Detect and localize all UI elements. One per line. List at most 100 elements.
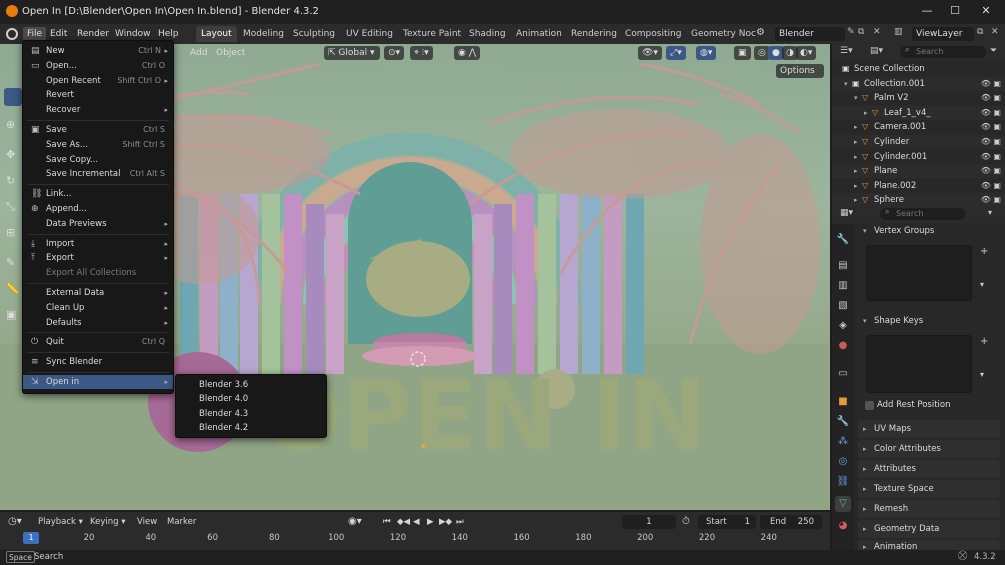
xray-icon[interactable]: ▣	[734, 46, 751, 60]
material-tab-icon[interactable]: ◕	[835, 518, 851, 534]
menu-edit[interactable]: Edit	[46, 27, 71, 41]
outliner-row[interactable]: ▾ ▽ Palm V2 👁 ▣	[832, 91, 1005, 105]
expand-arrow-icon[interactable]: ▸	[854, 120, 858, 134]
file-menu-item-append[interactable]: ⊕ Append...	[23, 202, 173, 216]
tab-animation[interactable]: Animation	[511, 26, 567, 42]
file-menu-item-save-as[interactable]: Save As... Shift Ctrl S	[23, 138, 173, 152]
viewport-object-menu[interactable]: Object	[212, 46, 249, 60]
menu-render[interactable]: Render	[73, 27, 113, 41]
jump-keyframe-forward-icon[interactable]: ▶◆	[439, 515, 452, 529]
play-icon[interactable]: ▶	[427, 515, 434, 529]
transform-tool-icon[interactable]: ⊞	[6, 226, 15, 239]
new-viewlayer-icon[interactable]: ⧉	[977, 27, 983, 37]
uv-maps-panel[interactable]: ▸ UV Maps	[858, 420, 1000, 438]
expand-arrow-icon[interactable]: ▸	[854, 150, 858, 164]
file-menu-item-save[interactable]: ▣ Save Ctrl S	[23, 123, 173, 137]
properties-editor-icon[interactable]: ▦▾	[840, 208, 853, 218]
visibility-toggle-icon[interactable]: 👁 ▣	[981, 135, 1001, 149]
close-button[interactable]: ✕	[976, 3, 996, 19]
playback-menu[interactable]: Playback ▾	[38, 515, 83, 529]
viewport-options-button[interactable]: Options	[776, 64, 824, 78]
scale-tool-icon[interactable]: ⤡	[6, 200, 15, 214]
render-tab-icon[interactable]: ▤	[835, 258, 851, 274]
move-tool-icon[interactable]: ✥	[6, 148, 15, 161]
add-shape-key-icon[interactable]: +	[980, 336, 988, 347]
add-cube-tool-icon[interactable]: ▣	[6, 308, 16, 321]
rotate-tool-icon[interactable]: ↻	[6, 174, 15, 187]
file-menu-item-new[interactable]: ▤ New Ctrl N ▸	[23, 44, 173, 58]
auto-keying-icon[interactable]: ◉▾	[348, 515, 362, 529]
open-in-blender-4-0[interactable]: Blender 4.0	[176, 392, 326, 406]
attributes-panel[interactable]: ▸ Attributes	[858, 460, 1000, 478]
filter-icon[interactable]: ⏷	[990, 46, 997, 56]
viewlayer-field[interactable]: ViewLayer	[912, 27, 974, 41]
vertex-group-specials-icon[interactable]: ▾	[980, 280, 984, 289]
file-menu-item-defaults[interactable]: Defaults ▸	[23, 316, 173, 330]
outliner-row[interactable]: ▸ ▽ Plane 👁 ▣	[832, 164, 1005, 179]
expand-arrow-icon[interactable]: ▸	[854, 179, 858, 193]
object-tab-icon[interactable]: ■	[835, 394, 851, 410]
animation-panel[interactable]: ▸ Animation	[858, 540, 1000, 550]
expand-arrow-icon[interactable]: ▸	[854, 135, 858, 149]
start-frame-field[interactable]: Start 1	[698, 515, 756, 529]
file-menu-item-recover[interactable]: Recover ▸	[23, 103, 173, 117]
texture-space-panel[interactable]: ▸ Texture Space	[858, 480, 1000, 498]
shape-keys-panel[interactable]: ▾ Shape Keys	[858, 312, 1000, 330]
visibility-toggle-icon[interactable]: 👁 ▣	[981, 77, 1001, 91]
overlay-icon[interactable]: ◍▾	[696, 46, 717, 60]
file-menu-item-open-recent[interactable]: Open Recent Shift Ctrl O ▸	[23, 74, 173, 88]
collection-tab-icon[interactable]: ▭	[835, 366, 851, 382]
keying-menu[interactable]: Keying ▾	[90, 515, 126, 529]
scene-field[interactable]: Blender stage	[775, 27, 845, 53]
current-frame-field[interactable]: 1	[622, 515, 676, 529]
outliner-row[interactable]: ▸ ▽ Plane.002 👁 ▣	[832, 179, 1005, 193]
proportional-edit-icon[interactable]: ◉ ⋀	[454, 46, 481, 60]
visibility-icon[interactable]: 👁▾	[638, 46, 662, 60]
cursor-tool-icon[interactable]: ⊕	[6, 118, 15, 131]
timeline-editor-icon[interactable]: ◷▾	[8, 515, 22, 529]
scene-icon[interactable]: ⚙	[756, 27, 765, 38]
file-menu-item-revert[interactable]: Revert	[23, 88, 173, 102]
open-in-blender-4-2[interactable]: Blender 4.2	[176, 421, 326, 435]
gizmo-icon[interactable]: ⤢▾	[666, 46, 686, 60]
tab-texture-paint[interactable]: Texture Paint	[398, 26, 466, 42]
maximize-button[interactable]: ☐	[945, 3, 965, 19]
file-menu-item-data-previews[interactable]: Data Previews ▸	[23, 217, 173, 231]
data-tab-icon[interactable]: ▽	[835, 496, 851, 512]
tab-uv-editing[interactable]: UV Editing	[341, 26, 398, 42]
transform-orientation-dropdown[interactable]: ⇱ Global ▾	[324, 46, 380, 60]
file-menu-item-sync-blender[interactable]: ≡ Sync Blender	[23, 355, 173, 369]
tab-rendering[interactable]: Rendering	[566, 26, 622, 42]
shape-keys-list[interactable]	[866, 335, 972, 393]
vertex-groups-panel[interactable]: ▾ Vertex Groups	[858, 222, 1000, 240]
new-scene-icon[interactable]: ⧉	[858, 27, 864, 37]
view-layer-tab-icon[interactable]: ▧	[835, 298, 851, 314]
marker-menu[interactable]: Marker	[167, 515, 196, 529]
file-menu-item-link[interactable]: ⛓ Link...	[23, 187, 173, 201]
visibility-toggle-icon[interactable]: 👁 ▣	[981, 120, 1001, 134]
minimize-button[interactable]: —	[917, 3, 937, 19]
visibility-toggle-icon[interactable]: 👁 ▣	[981, 91, 1001, 105]
visibility-toggle-icon[interactable]: 👁 ▣	[981, 106, 1001, 120]
display-mode-icon[interactable]: ▤▾	[870, 46, 883, 56]
blender-menu-icon[interactable]	[6, 28, 18, 40]
tool-tab-icon[interactable]: 🔧	[835, 232, 851, 248]
open-in-blender-3-6[interactable]: Blender 3.6	[176, 378, 326, 392]
file-menu-item-external-data[interactable]: External Data ▸	[23, 286, 173, 300]
expand-arrow-icon[interactable]: ▸	[864, 106, 868, 120]
snap-icon[interactable]: ⌖ ⫶▾	[410, 46, 433, 60]
delete-scene-icon[interactable]: ✕	[873, 27, 881, 37]
file-menu-item-import[interactable]: ⤓ Import ▸	[23, 237, 173, 251]
editor-type-icon[interactable]: ☰▾	[840, 46, 853, 56]
menu-help[interactable]: Help	[154, 27, 183, 41]
modifier-tab-icon[interactable]: 🔧	[835, 414, 851, 430]
tab-shading[interactable]: Shading	[464, 26, 511, 42]
delete-viewlayer-icon[interactable]: ✕	[991, 27, 999, 37]
shape-key-specials-icon[interactable]: ▾	[980, 370, 984, 379]
annotate-tool-icon[interactable]: ✎	[6, 256, 15, 269]
open-in-blender-4-3[interactable]: Blender 4.3	[176, 407, 326, 421]
vertex-groups-list[interactable]	[866, 245, 972, 301]
add-vertex-group-icon[interactable]: +	[980, 246, 988, 257]
output-tab-icon[interactable]: ▥	[835, 278, 851, 294]
jump-keyframe-back-icon[interactable]: ◆◀	[397, 515, 410, 529]
